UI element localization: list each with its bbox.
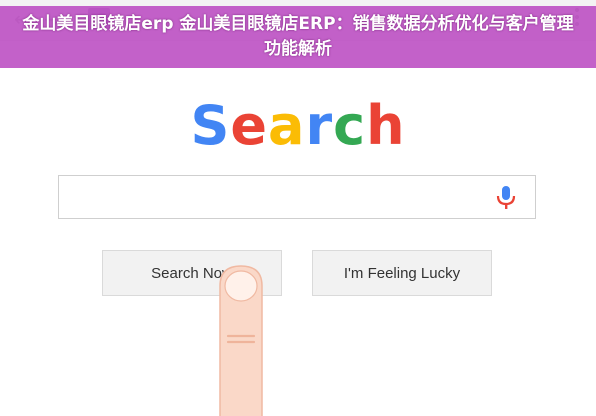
logo-letter: a [267,94,306,157]
search-input[interactable] [69,184,483,212]
pointing-finger-icon [219,265,263,416]
logo-letter: h [366,94,406,157]
page: ← → 金山美目眼镜店erp 金山美目眼镜店ERP：销售数据分析优化与客户管理功… [0,0,596,416]
feeling-lucky-button[interactable]: I'm Feeling Lucky [312,250,492,296]
logo-letter: r [305,94,334,157]
banner-title: 金山美目眼镜店erp 金山美目眼镜店ERP：销售数据分析优化与客户管理功能解析 [22,14,574,59]
microphone-icon[interactable] [495,185,517,211]
logo-letter: S [190,94,231,157]
logo-letter: c [333,94,367,157]
search-box [58,175,536,219]
search-logo: Search [0,95,596,157]
title-banner: 金山美目眼镜店erp 金山美目眼镜店ERP：销售数据分析优化与客户管理功能解析 [0,6,596,68]
logo-letter: e [230,94,268,157]
